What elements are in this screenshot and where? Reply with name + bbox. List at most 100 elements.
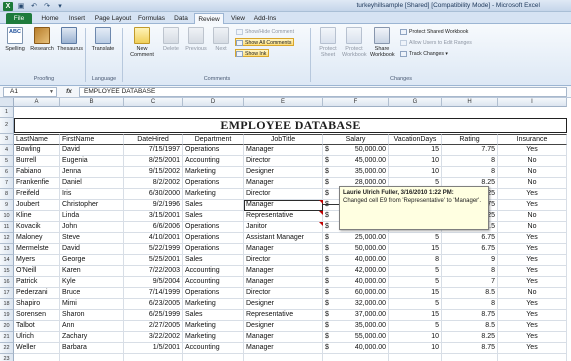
table-cell[interactable]: Director — [244, 255, 323, 266]
tab-review[interactable]: Review — [194, 13, 224, 24]
table-cell[interactable]: Pederzani — [14, 288, 60, 299]
row-header[interactable]: 21 — [0, 332, 14, 343]
row-header[interactable]: 17 — [0, 288, 14, 299]
table-cell[interactable]: Weller — [14, 343, 60, 354]
formula-input[interactable]: EMPLOYEE DATABASE — [79, 87, 567, 97]
table-cell[interactable]: Yes — [498, 255, 567, 266]
table-cell[interactable]: 8/2/2002 — [124, 178, 183, 189]
table-cell[interactable]: Yes — [498, 266, 567, 277]
table-cell[interactable]: $40,000.00 — [323, 343, 389, 354]
table-cell[interactable]: 5 — [389, 266, 442, 277]
table-cell[interactable]: Yes — [498, 332, 567, 343]
table-cell[interactable]: $35,000.00 — [323, 167, 389, 178]
table-cell[interactable]: Yes — [498, 145, 567, 156]
table-cell[interactable]: Yes — [498, 189, 567, 200]
share-workbook-button[interactable]: Share Workbook — [370, 27, 395, 58]
name-box[interactable]: A1 ▼ — [3, 87, 57, 97]
table-cell[interactable]: Mimi — [60, 299, 124, 310]
table-cell[interactable] — [244, 354, 323, 361]
table-cell[interactable]: Frankenfie — [14, 178, 60, 189]
select-all-corner[interactable] — [0, 98, 14, 107]
table-cell[interactable]: Operations — [183, 244, 244, 255]
table-cell[interactable]: O'Neill — [14, 266, 60, 277]
table-cell[interactable]: Myers — [14, 255, 60, 266]
table-cell[interactable]: Linda — [60, 211, 124, 222]
table-cell[interactable]: No — [498, 156, 567, 167]
column-header-d[interactable]: D — [183, 98, 244, 107]
table-cell[interactable]: Yes — [498, 200, 567, 211]
table-cell[interactable]: Talbot — [14, 321, 60, 332]
row-header[interactable]: 4 — [0, 145, 14, 156]
table-cell[interactable]: 8.5 — [442, 288, 498, 299]
table-cell[interactable]: 8 — [442, 167, 498, 178]
table-cell[interactable]: 15 — [389, 145, 442, 156]
table-cell[interactable]: Marketing — [183, 321, 244, 332]
table-cell[interactable]: $50,000.00 — [323, 145, 389, 156]
table-cell[interactable]: 9/2/1996 — [124, 200, 183, 211]
table-cell[interactable]: Yes — [498, 321, 567, 332]
row-header[interactable]: 16 — [0, 277, 14, 288]
table-cell[interactable]: Accounting — [183, 343, 244, 354]
table-cell[interactable]: Designer — [244, 321, 323, 332]
table-cell[interactable]: Manager — [244, 266, 323, 277]
table-cell[interactable]: Manager — [244, 200, 323, 211]
tab-page-layout[interactable]: Page Layout — [93, 13, 133, 24]
table-cell[interactable]: Iris — [60, 189, 124, 200]
column-header-a[interactable]: A — [14, 98, 60, 107]
delete-comment-button[interactable]: Delete — [159, 27, 183, 52]
table-cell[interactable]: Operations — [183, 145, 244, 156]
tab-view[interactable]: View — [227, 13, 249, 24]
table-cell[interactable]: Shapiro — [14, 299, 60, 310]
table-cell[interactable]: Manager — [244, 145, 323, 156]
table-cell[interactable]: Representative — [244, 211, 323, 222]
table-cell[interactable]: 15 — [389, 244, 442, 255]
protect-shared-workbook-button[interactable]: Protect Shared Workbook — [400, 28, 468, 36]
column-header-e[interactable]: E — [244, 98, 323, 107]
table-cell[interactable]: 4/10/2001 — [124, 233, 183, 244]
table-cell[interactable]: Ulrich — [14, 332, 60, 343]
table-cell[interactable]: Mermelste — [14, 244, 60, 255]
table-cell[interactable]: Manager — [244, 277, 323, 288]
row-header[interactable]: 1 — [0, 107, 14, 118]
table-cell[interactable]: 10 — [389, 156, 442, 167]
table-cell[interactable]: Director — [244, 288, 323, 299]
row-header[interactable]: 6 — [0, 167, 14, 178]
column-header-i[interactable]: I — [498, 98, 567, 107]
table-cell[interactable]: Fabiano — [14, 167, 60, 178]
table-cell[interactable]: Joubert — [14, 200, 60, 211]
column-title[interactable]: JobTitle — [244, 134, 323, 145]
table-cell[interactable]: 6/30/2000 — [124, 189, 183, 200]
table-cell[interactable]: Eugenia — [60, 156, 124, 167]
table-cell[interactable] — [389, 354, 442, 361]
table-cell[interactable]: Accounting — [183, 156, 244, 167]
table-cell[interactable]: Yes — [498, 233, 567, 244]
table-cell[interactable]: Designer — [244, 167, 323, 178]
table-cell[interactable]: 7/14/1999 — [124, 288, 183, 299]
column-header-g[interactable]: G — [389, 98, 442, 107]
table-cell[interactable]: $35,000.00 — [323, 321, 389, 332]
table-cell[interactable]: Freifeld — [14, 189, 60, 200]
table-cell[interactable]: 7 — [442, 277, 498, 288]
row-header[interactable]: 14 — [0, 255, 14, 266]
table-cell[interactable]: Kovacik — [14, 222, 60, 233]
table-cell[interactable]: 5 — [389, 233, 442, 244]
table-cell[interactable]: 6.75 — [442, 244, 498, 255]
table-cell[interactable]: Yes — [498, 277, 567, 288]
table-cell[interactable]: Operations — [183, 233, 244, 244]
table-cell[interactable]: 5/22/1999 — [124, 244, 183, 255]
table-cell[interactable]: 9 — [442, 255, 498, 266]
table-cell[interactable]: Zachary — [60, 332, 124, 343]
redo-icon[interactable]: ↷ — [42, 2, 52, 11]
table-cell[interactable]: Bowling — [14, 145, 60, 156]
table-cell[interactable]: Manager — [244, 332, 323, 343]
undo-icon[interactable]: ↶ — [29, 2, 39, 11]
row-header[interactable]: 11 — [0, 222, 14, 233]
table-cell[interactable]: Accounting — [183, 277, 244, 288]
column-header-c[interactable]: C — [124, 98, 183, 107]
table-cell[interactable]: 7/22/2003 — [124, 266, 183, 277]
table-cell[interactable] — [498, 354, 567, 361]
table-cell[interactable]: Sales — [183, 211, 244, 222]
table-cell[interactable]: 8.75 — [442, 310, 498, 321]
chevron-down-icon[interactable]: ▼ — [49, 88, 54, 96]
table-cell[interactable]: Sales — [183, 200, 244, 211]
